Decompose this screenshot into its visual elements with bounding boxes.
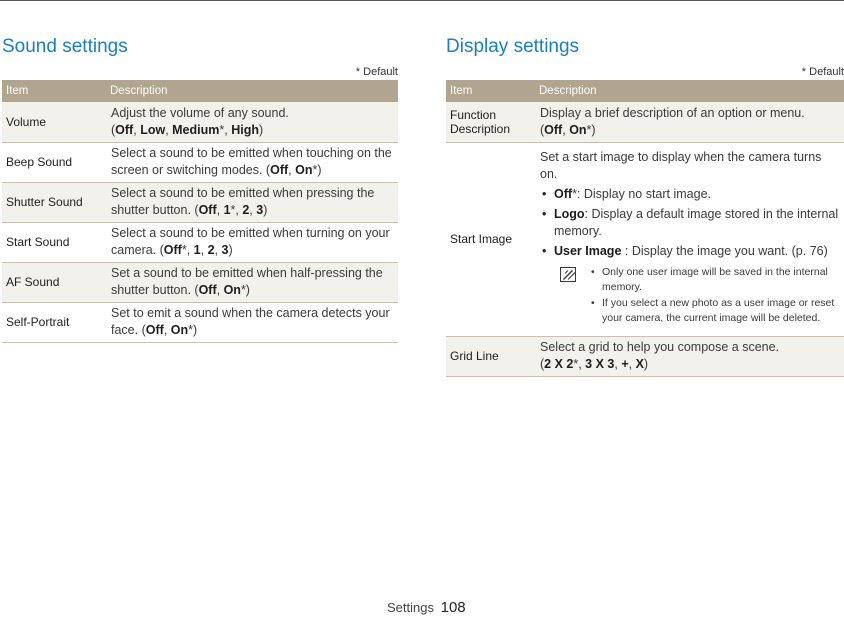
display-default-note: * Default — [801, 66, 844, 78]
column-header-item: Item — [2, 80, 106, 102]
display-settings-table: Item Description Function Description Dis… — [446, 80, 844, 377]
row-item-label: Start Image — [446, 142, 535, 337]
table-row-self-portrait: Self-Portrait Set to emit a sound when t… — [2, 302, 398, 343]
row-description: Select a sound to be emitted when touchi… — [106, 142, 398, 183]
row-description: Set a sound to be emitted when half-pres… — [106, 262, 398, 303]
list-item: If you select a new photo as a user imag… — [590, 296, 840, 326]
column-header-description: Description — [106, 80, 398, 102]
start-image-intro: Set a start image to display when the ca… — [540, 150, 822, 181]
display-settings-section: Display settings * Default Item Descript… — [446, 34, 844, 377]
row-item-label: Function Description — [446, 102, 535, 143]
row-item-label: Beep Sound — [2, 142, 106, 183]
row-item-label: Start Sound — [2, 222, 106, 263]
display-settings-title: Display settings — [446, 36, 580, 57]
row-description: Set a start image to display when the ca… — [535, 142, 844, 337]
table-header-row: Item Description — [446, 80, 844, 102]
row-item-label: Volume — [2, 102, 106, 143]
note-box: Only one user image will be saved in the… — [540, 265, 840, 326]
sound-settings-title: Sound settings — [2, 36, 128, 57]
page-footer: Settings 108 — [387, 599, 466, 616]
note-pencil-icon — [560, 267, 576, 282]
row-description: Select a grid to help you compose a scen… — [535, 336, 844, 377]
manual-page: Sound settings * Default Item Descriptio… — [0, 0, 844, 617]
sound-settings-section: Sound settings * Default Item Descriptio… — [2, 34, 398, 343]
top-rule — [0, 0, 844, 1]
page-number: 108 — [440, 599, 466, 616]
column-header-description: Description — [535, 80, 844, 102]
sound-default-note: * Default — [355, 66, 398, 78]
table-row-start-sound: Start Sound Select a sound to be emitted… — [2, 222, 398, 263]
table-row-af-sound: AF Sound Set a sound to be emitted when … — [2, 262, 398, 303]
start-image-options: Off*: Display no start image. Logo: Disp… — [540, 186, 840, 260]
table-row-function-description: Function Description Display a brief desc… — [446, 102, 844, 143]
footer-section-label: Settings — [387, 600, 434, 615]
row-description: Display a brief description of an option… — [535, 102, 844, 143]
table-header-row: Item Description — [2, 80, 398, 102]
list-item: Logo: Display a default image stored in … — [540, 206, 840, 240]
row-description: Select a sound to be emitted when pressi… — [106, 182, 398, 223]
row-description: Select a sound to be emitted when turnin… — [106, 222, 398, 263]
list-item: User Image : Display the image you want.… — [540, 243, 840, 260]
table-row-beep-sound: Beep Sound Select a sound to be emitted … — [2, 142, 398, 183]
row-description: Set to emit a sound when the camera dete… — [106, 302, 398, 343]
column-header-item: Item — [446, 80, 535, 102]
row-description: Adjust the volume of any sound. (Off, Low… — [106, 102, 398, 143]
table-row-grid-line: Grid Line Select a grid to help you comp… — [446, 336, 844, 377]
row-item-label: AF Sound — [2, 262, 106, 303]
table-row-shutter-sound: Shutter Sound Select a sound to be emitt… — [2, 182, 398, 223]
row-item-label: Grid Line — [446, 336, 535, 377]
list-item: Only one user image will be saved in the… — [590, 265, 840, 295]
row-item-label: Self-Portrait — [2, 302, 106, 343]
table-row-volume: Volume Adjust the volume of any sound. (O… — [2, 102, 398, 143]
note-list: Only one user image will be saved in the… — [590, 265, 840, 326]
sound-settings-table: Item Description Volume Adjust the volum… — [2, 80, 398, 343]
table-row-start-image: Start Image Set a start image to display… — [446, 142, 844, 337]
row-item-label: Shutter Sound — [2, 182, 106, 223]
list-item: Off*: Display no start image. — [540, 186, 840, 203]
